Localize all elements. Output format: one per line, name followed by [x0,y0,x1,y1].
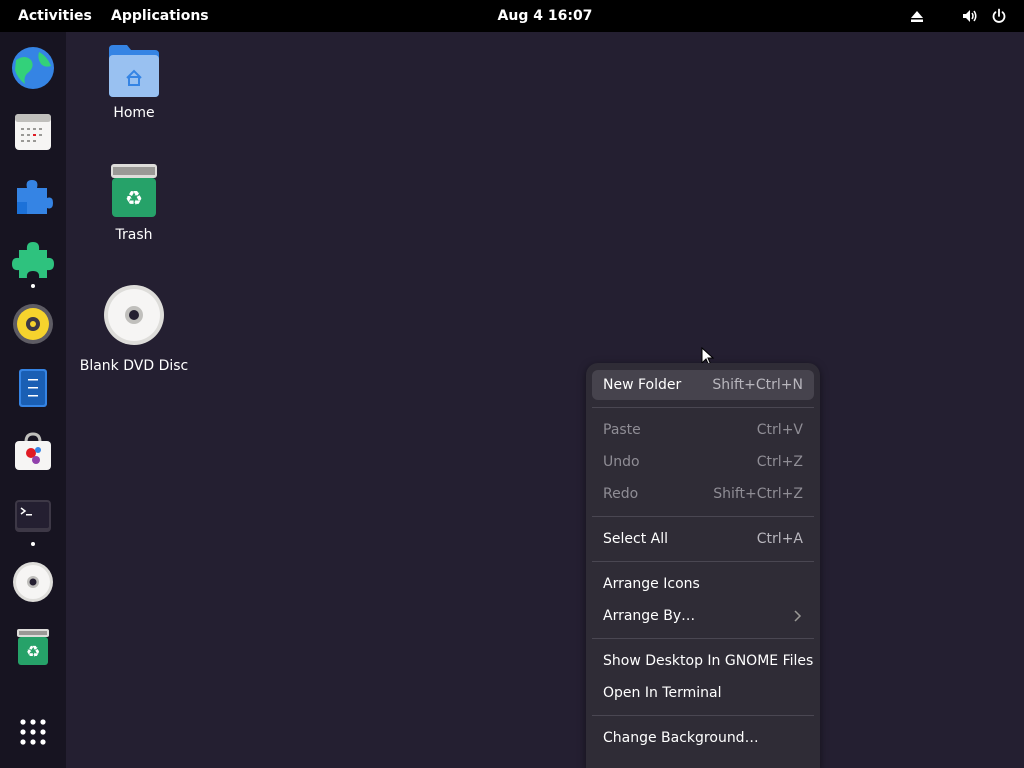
menu-item-label: Undo [603,454,640,470]
running-indicator [31,284,35,288]
eject-icon[interactable] [909,8,925,24]
menu-item-undo[interactable]: Undo Ctrl+Z [592,447,814,477]
desktop-icon-dvd[interactable]: Blank DVD Disc [74,284,194,374]
trash-icon: ♻ [111,164,157,217]
dock: ♻ [0,32,66,768]
power-icon[interactable] [991,8,1007,24]
trash-icon[interactable]: ♻ [11,624,55,668]
rhythmbox-icon[interactable] [11,302,55,346]
app-grid-icon[interactable] [11,710,55,754]
dvd-disc-icon[interactable] [11,560,55,604]
menu-item-label: Arrange By… [603,608,696,624]
calendar-icon[interactable] [11,110,55,154]
menu-item-shortcut: Shift+Ctrl+N [712,377,803,393]
menu-separator [592,516,814,517]
dvd-icon [104,285,164,345]
svg-text:♻: ♻ [125,186,143,210]
menu-item-label: Paste [603,422,641,438]
menu-separator [592,638,814,639]
software-icon[interactable] [11,430,55,474]
folder-home-icon [109,45,159,97]
menu-item-label: Open In Terminal [603,685,722,701]
menu-item-label: New Folder [603,377,682,393]
volume-icon[interactable] [962,8,978,24]
menu-item-new-folder[interactable]: New Folder Shift+Ctrl+N [592,370,814,400]
svg-text:♻: ♻ [26,642,40,661]
desktop-icon-label: Trash [115,227,153,243]
menu-item-paste[interactable]: Paste Ctrl+V [592,415,814,445]
menu-item-select-all[interactable]: Select All Ctrl+A [592,524,814,554]
menu-separator [592,561,814,562]
web-browser-icon[interactable] [11,46,55,90]
menu-separator [592,407,814,408]
menu-item-show-desktop-in-files[interactable]: Show Desktop In GNOME Files [592,646,814,676]
menu-item-shortcut: Ctrl+Z [756,454,803,470]
menu-item-label: Arrange Icons [603,576,700,592]
clock[interactable]: Aug 4 16:07 [0,0,1024,32]
menu-item-shortcut: Shift+Ctrl+Z [713,486,803,502]
desktop-context-menu: New Folder Shift+Ctrl+N Paste Ctrl+V Und… [586,363,820,768]
terminal-icon[interactable] [11,494,55,538]
text-editor-icon[interactable] [11,366,55,410]
menu-item-redo[interactable]: Redo Shift+Ctrl+Z [592,479,814,509]
menu-item-shortcut: Ctrl+V [756,422,803,438]
desktop-icon-label: Home [113,105,155,121]
menu-item-arrange-by[interactable]: Arrange By… [592,601,814,631]
menu-item-label: Show Desktop In GNOME Files [603,653,814,669]
running-indicator [31,542,35,546]
menu-item-change-background[interactable]: Change Background… [592,723,814,753]
desktop-icon-trash[interactable]: ♻ Trash [74,163,194,243]
desktop-icon-label: Blank DVD Disc [79,358,189,374]
menu-item-label: Change Background… [603,730,759,746]
menu-separator [592,715,814,716]
extension-manager-icon[interactable] [11,238,55,282]
menu-item-open-in-terminal[interactable]: Open In Terminal [592,678,814,708]
desktop-icon-home[interactable]: Home [74,43,194,121]
menu-item-shortcut: Ctrl+A [756,531,803,547]
extensions-icon[interactable] [11,174,55,218]
chevron-right-icon [794,610,802,622]
top-bar: Activities Applications Aug 4 16:07 [0,0,1024,32]
menu-item-label: Select All [603,531,668,547]
menu-item-arrange-icons[interactable]: Arrange Icons [592,569,814,599]
menu-item-label: Redo [603,486,639,502]
